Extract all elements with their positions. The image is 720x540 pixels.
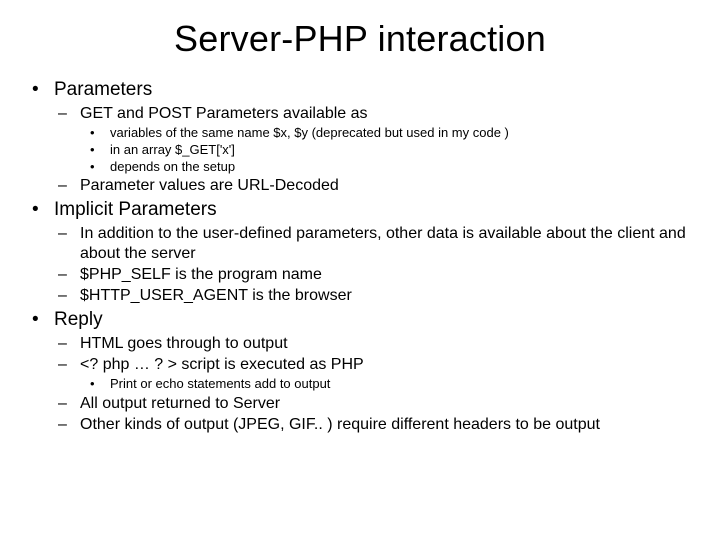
list-text: $HTTP_USER_AGENT is the browser [80,287,352,304]
list-item: $PHP_SELF is the program name [54,265,692,285]
list-text: Parameter values are URL-Decoded [80,177,339,194]
list-text: depends on the setup [110,159,235,174]
list-item: Implicit Parameters In addition to the u… [28,198,692,306]
list-text: variables of the same name $x, $y (depre… [110,125,509,140]
list-item: Other kinds of output (JPEG, GIF.. ) req… [54,415,692,435]
list-item: Parameter values are URL-Decoded [54,176,692,196]
slide-title: Server-PHP interaction [28,18,692,60]
list-text: Other kinds of output (JPEG, GIF.. ) req… [80,416,600,433]
list-item: depends on the setup [80,159,692,176]
list-text: Reply [54,309,103,330]
list-text: in an array $_GET['x'] [110,142,235,157]
list-item: Reply HTML goes through to output <? php… [28,308,692,435]
slide: { "title": "Server-PHP interaction", "bu… [0,0,720,540]
list-text: GET and POST Parameters available as [80,105,368,122]
list-item: HTML goes through to output [54,334,692,354]
bullet-list: Parameters GET and POST Parameters avail… [28,78,692,435]
list-text: All output returned to Server [80,395,280,412]
list-item: $HTTP_USER_AGENT is the browser [54,286,692,306]
list-text: In addition to the user-defined paramete… [80,225,686,262]
list-text: Implicit Parameters [54,199,217,220]
list-item: Print or echo statements add to output [80,376,692,393]
list-text: HTML goes through to output [80,335,288,352]
list-item: GET and POST Parameters available as var… [54,104,692,176]
list-item: In addition to the user-defined paramete… [54,224,692,264]
list-item: <? php … ? > script is executed as PHP P… [54,355,692,393]
list-item: variables of the same name $x, $y (depre… [80,125,692,142]
list-text: Print or echo statements add to output [110,376,330,391]
list-text: <? php … ? > script is executed as PHP [80,356,364,373]
list-item: All output returned to Server [54,394,692,414]
list-item: Parameters GET and POST Parameters avail… [28,78,692,196]
list-text: Parameters [54,79,152,100]
list-text: $PHP_SELF is the program name [80,266,322,283]
list-item: in an array $_GET['x'] [80,142,692,159]
